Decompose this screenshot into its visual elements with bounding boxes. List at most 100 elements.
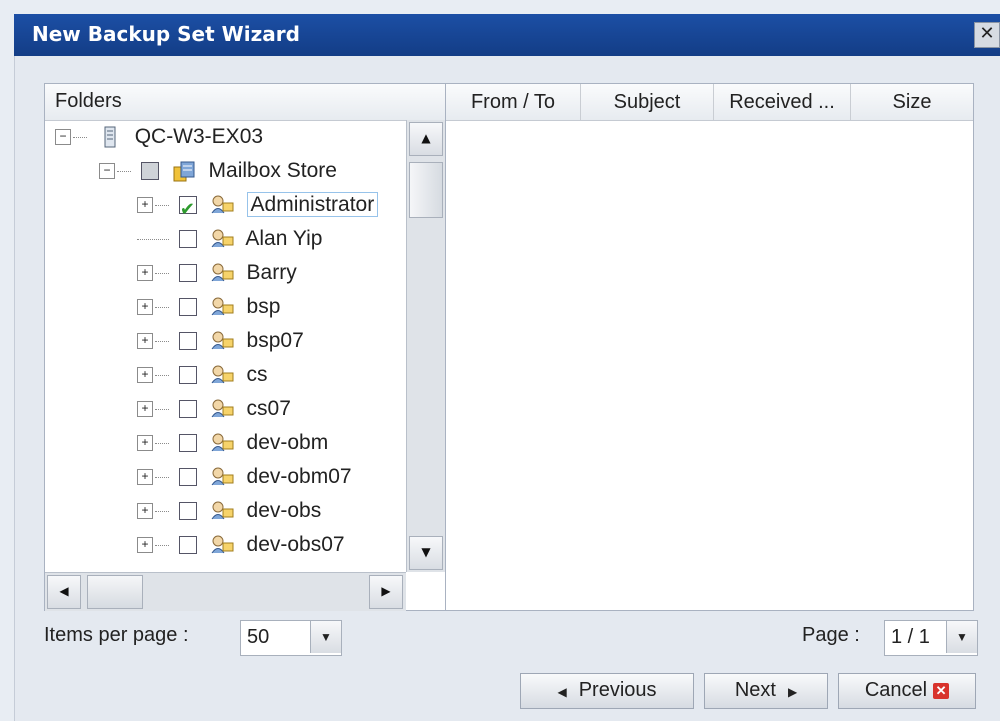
mailbox-checkbox[interactable]	[178, 366, 197, 385]
mailbox-checkbox[interactable]	[178, 536, 197, 555]
list-item[interactable]: + Administrator	[137, 188, 379, 226]
tree-connector	[155, 442, 169, 444]
tree-connector	[155, 374, 169, 376]
user-mailbox-icon	[211, 501, 234, 520]
mailbox-checkbox[interactable]	[178, 502, 197, 521]
user-mailbox-icon	[211, 297, 234, 316]
user-mailbox-icon	[211, 399, 234, 418]
mailbox-store-icon	[173, 161, 195, 182]
column-subject[interactable]: Subject	[581, 84, 714, 120]
list-item[interactable]: + Barry	[137, 256, 297, 290]
expand-toggle[interactable]: +	[137, 333, 153, 350]
column-received[interactable]: Received ...	[714, 84, 851, 120]
expand-toggle[interactable]: +	[137, 197, 153, 214]
cancel-icon: ✕	[933, 682, 950, 699]
list-item[interactable]: + dev-obs	[137, 494, 321, 528]
tree-connector	[155, 306, 169, 308]
tree-connector	[117, 170, 131, 172]
mailbox-label: dev-obm	[246, 431, 329, 454]
tree-node-server[interactable]: − QC-W3-EX03	[55, 120, 263, 154]
collapse-toggle[interactable]: −	[55, 129, 71, 146]
page-select[interactable]: 1 / 1 ▼	[884, 620, 978, 656]
mailbox-checkbox[interactable]	[178, 400, 197, 419]
mailbox-checkbox[interactable]	[178, 332, 197, 351]
list-item[interactable]: + dev-obs07	[137, 528, 345, 562]
server-icon	[104, 126, 116, 148]
messages-pane: From / To Subject Received ... Size	[446, 84, 973, 610]
folders-header-label: Folders	[55, 90, 122, 112]
next-button[interactable]: Next ▶	[704, 673, 828, 709]
previous-button[interactable]: ◀ Previous	[520, 673, 694, 709]
previous-label: Previous	[578, 679, 657, 701]
mailbox-label: bsp	[246, 295, 281, 318]
tree-connector	[155, 408, 169, 410]
tree-connector	[155, 340, 169, 342]
mailbox-checkbox[interactable]	[178, 192, 197, 226]
mailbox-label: bsp07	[246, 329, 304, 352]
expand-toggle[interactable]: +	[137, 401, 153, 418]
mailbox-label: dev-obs07	[246, 533, 345, 556]
server-label: QC-W3-EX03	[134, 125, 264, 148]
expand-toggle[interactable]: +	[137, 265, 153, 282]
items-per-page-label: Items per page :	[44, 624, 189, 646]
tree-connector	[137, 238, 169, 240]
column-size[interactable]: Size	[851, 84, 973, 120]
messages-header: From / To Subject Received ... Size	[446, 84, 973, 121]
mailbox-checkbox[interactable]	[178, 468, 197, 487]
cancel-label: Cancel	[864, 679, 928, 701]
list-item[interactable]: Alan Yip	[137, 222, 322, 256]
user-mailbox-icon	[211, 535, 234, 554]
mailbox-checkbox[interactable]	[178, 434, 197, 453]
wizard-window: New Backup Set Wizard ✕ Folders − QC-W3-…	[0, 0, 1000, 721]
tree-connector	[155, 204, 169, 206]
page-value: 1 / 1	[891, 626, 930, 648]
list-item[interactable]: + bsp	[137, 290, 280, 324]
folder-tree: − QC-W3-EX03 − Mailbox Store + ✔ Adminis…	[45, 120, 405, 572]
mailbox-store-checkbox[interactable]	[140, 162, 159, 181]
cancel-button[interactable]: Cancel ✕	[838, 673, 976, 709]
expand-toggle[interactable]: +	[137, 299, 153, 316]
tree-vertical-scrollbar[interactable]: ▲ ▼	[406, 120, 445, 572]
mailbox-checkbox[interactable]	[178, 230, 197, 249]
list-item[interactable]: + cs07	[137, 392, 291, 426]
scroll-left-icon[interactable]: ◀	[47, 575, 81, 609]
list-item[interactable]: + cs	[137, 358, 268, 392]
horizontal-scroll-thumb[interactable]	[87, 575, 143, 609]
tree-connector	[155, 476, 169, 478]
arrow-right-icon: ▶	[787, 685, 798, 699]
user-mailbox-icon	[211, 331, 234, 350]
next-label: Next	[734, 679, 776, 701]
folders-pane: Folders − QC-W3-EX03 − Mailbox Store + ✔…	[45, 84, 446, 611]
page-label: Page :	[802, 624, 860, 646]
list-item[interactable]: + dev-obm	[137, 426, 328, 460]
mailbox-checkbox[interactable]	[178, 264, 197, 283]
chevron-down-icon[interactable]: ▼	[310, 621, 341, 653]
tree-connector	[155, 272, 169, 274]
column-from-to[interactable]: From / To	[446, 84, 581, 120]
expand-toggle[interactable]: +	[137, 503, 153, 520]
mailbox-label: Administrator	[246, 192, 379, 217]
tree-connector	[155, 510, 169, 512]
list-item[interactable]: + dev-obm07	[137, 460, 352, 494]
window-title: New Backup Set Wizard	[32, 22, 300, 46]
scroll-right-icon[interactable]: ▶	[369, 575, 403, 609]
scroll-down-icon[interactable]: ▼	[409, 536, 443, 570]
items-per-page-select[interactable]: 50 ▼	[240, 620, 342, 656]
expand-toggle[interactable]: +	[137, 367, 153, 384]
mailbox-label: Alan Yip	[245, 227, 323, 250]
user-mailbox-icon	[211, 433, 234, 452]
arrow-left-icon: ◀	[557, 685, 567, 699]
expand-toggle[interactable]: +	[137, 537, 153, 554]
expand-toggle[interactable]: +	[137, 469, 153, 486]
tree-horizontal-scrollbar[interactable]: ◀ ▶	[45, 572, 406, 611]
tree-node-mailbox-store[interactable]: − Mailbox Store	[99, 154, 337, 188]
scroll-up-icon[interactable]: ▲	[409, 122, 443, 156]
expand-toggle[interactable]: +	[137, 435, 153, 452]
close-icon[interactable]: ✕	[974, 22, 1000, 48]
list-item[interactable]: + bsp07	[137, 324, 304, 358]
folders-header: Folders	[45, 84, 445, 121]
chevron-down-icon[interactable]: ▼	[946, 621, 977, 653]
collapse-toggle[interactable]: −	[99, 163, 115, 180]
scroll-thumb[interactable]	[409, 162, 443, 218]
mailbox-checkbox[interactable]	[178, 298, 197, 317]
